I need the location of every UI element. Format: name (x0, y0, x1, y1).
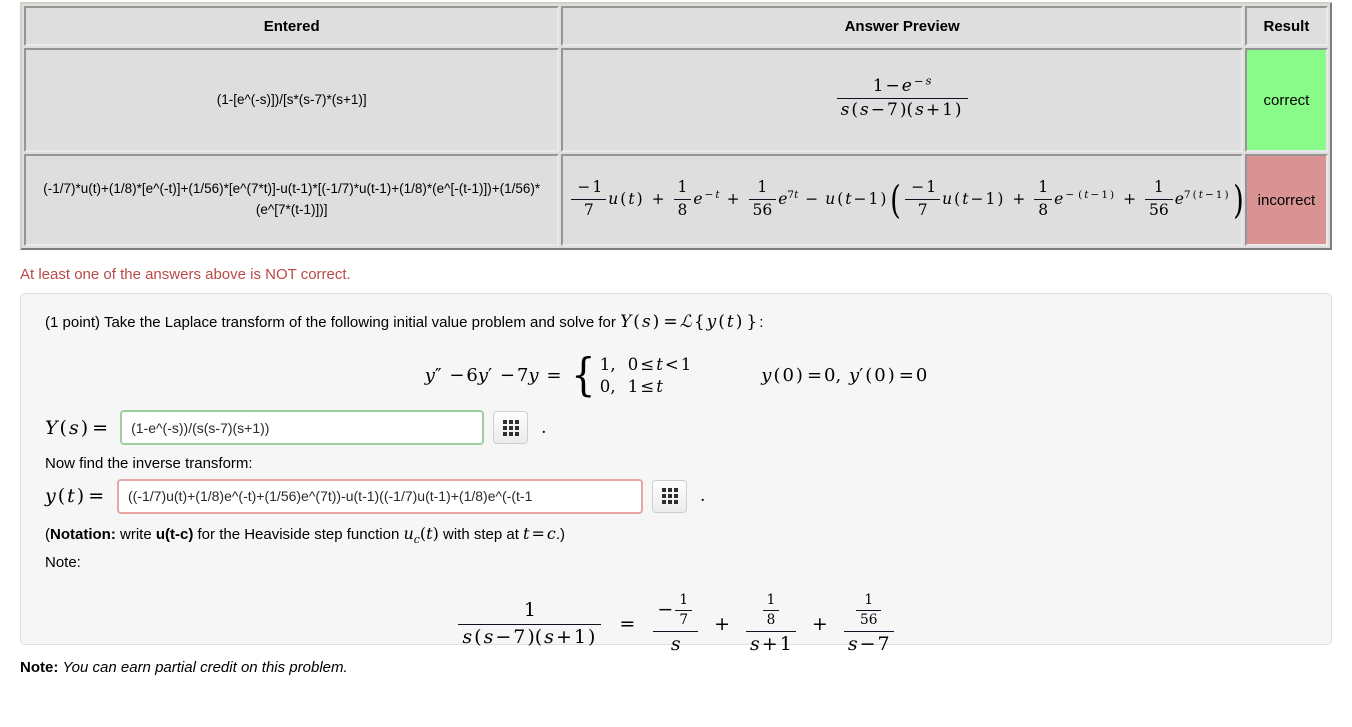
case-2-condition: 1 ≤ t (627, 376, 663, 396)
pf-lhs: 1 s(s −7)(s +1) (458, 599, 602, 650)
answer-preview-1: 1− e − s s(s −7)(s +1) (561, 48, 1243, 152)
result-status-1: correct (1244, 48, 1328, 152)
answer-label-yt: y(t) = (45, 485, 105, 508)
answer-input-ys[interactable] (120, 410, 485, 446)
preview-math-1: 1− e − s s(s −7)(s +1) (835, 75, 970, 120)
footer-note-label: Note: (20, 659, 59, 676)
answer-period-ys: . (541, 417, 547, 438)
attempt-results-section: Entered Answer Preview Result (1-[e^(-s)… (0, 0, 1352, 250)
answer-label-ys: Y(s) = (45, 416, 109, 439)
notation-math-uc: uc(t) (403, 523, 439, 547)
grid-icon (661, 488, 678, 505)
points-label: (1 point) (45, 314, 101, 331)
answer-period-yt: . (700, 486, 706, 507)
table-header-row: Entered Answer Preview Result (24, 6, 1328, 46)
entered-answer-1: (1-[e^(-s)])/[s*(s-7)*(s+1)] (24, 48, 560, 152)
piecewise-brace: { (571, 348, 596, 402)
table-row: (1-[e^(-s)])/[s*(s-7)*(s+1)] 1− e − s s(s −7… (24, 48, 1328, 152)
answer-row-ys: Y(s)= . (39, 406, 1313, 447)
statement-colon: : (759, 314, 764, 331)
notation-mid-2: for the Heaviside step function (197, 525, 400, 543)
attempt-results-table: Entered Answer Preview Result (1-[e^(-s)… (20, 2, 1332, 250)
inverse-transform-prompt: Now find the inverse transform: (45, 455, 253, 473)
problem-statement: (1 point) Take the Laplace transform of … (39, 308, 1313, 336)
differential-equation: y″ −6y′ −7y = {1, 0 ≤ t <1 0, 1 ≤ t y(0) = 0, y′(0)… (39, 336, 1313, 407)
grid-icon (502, 419, 519, 436)
notation-function: u(t-c) (155, 525, 194, 543)
footer-note-text: You can earn partial credit on this prob… (62, 659, 348, 676)
statement-text: Take the Laplace transform of the follow… (103, 314, 616, 331)
pf-term-3: 1 56 s −7 (843, 592, 894, 656)
preview-math-2: −1 7 u(t) + 1 8 e − t + 1 56 e7t − u(t −1)(−1 7 u(t… (569, 178, 1245, 219)
math-keyboard-button-ys[interactable] (493, 411, 529, 445)
result-status-2: incorrect (1244, 154, 1328, 246)
notation-close: .) (555, 525, 566, 543)
pf-term-1: −1 7 s (653, 592, 699, 656)
column-header-entered: Entered (24, 6, 560, 46)
notation-bold-label: Notation: (50, 525, 116, 543)
notation-mid-1: write (120, 525, 152, 543)
note-label: Note: (45, 553, 81, 571)
piecewise-cases: 1, 0 ≤ t <1 0, 1 ≤ t (600, 354, 691, 399)
notation-mid-3: with step at (443, 525, 519, 543)
case-1-condition: 0 ≤ t <1 (627, 354, 692, 374)
case-1-value: 1, (599, 354, 616, 374)
column-header-result: Result (1244, 6, 1328, 46)
math-keyboard-button-yt[interactable] (652, 479, 687, 513)
statement-math-ys: Y(s) = ℒ{y(t)} (620, 312, 758, 332)
answer-row-yt: y(t)= . (39, 475, 1313, 516)
entered-answer-2: (-1/7)*u(t)+(1/8)*[e^(-t)]+(1/56)*[e^(7*… (24, 154, 560, 246)
table-row: (-1/7)*u(t)+(1/8)*[e^(-t)]+(1/56)*[e^(7*… (24, 154, 1328, 246)
answer-input-yt[interactable] (117, 478, 643, 514)
ode-lhs: y″ −6y′ −7y = (424, 364, 562, 386)
notation-math-tc: t = c (523, 523, 556, 543)
notation-line: (Notation: write u(t-c) for the Heavisid… (39, 516, 1313, 546)
problem-panel: (1 point) Take the Laplace transform of … (20, 293, 1332, 655)
warning-message: At least one of the answers above is NOT… (20, 266, 351, 283)
pf-term-2: 18 s +1 (746, 592, 796, 656)
column-header-answer-preview: Answer Preview (561, 6, 1243, 46)
case-2-value: 0, (599, 376, 616, 396)
initial-conditions: y(0) = 0, y′(0) = 0 (761, 364, 928, 386)
answer-preview-2: −1 7 u(t) + 1 8 e − t + 1 56 e7t − u(t −1)(−1 7 u(t… (561, 154, 1245, 246)
